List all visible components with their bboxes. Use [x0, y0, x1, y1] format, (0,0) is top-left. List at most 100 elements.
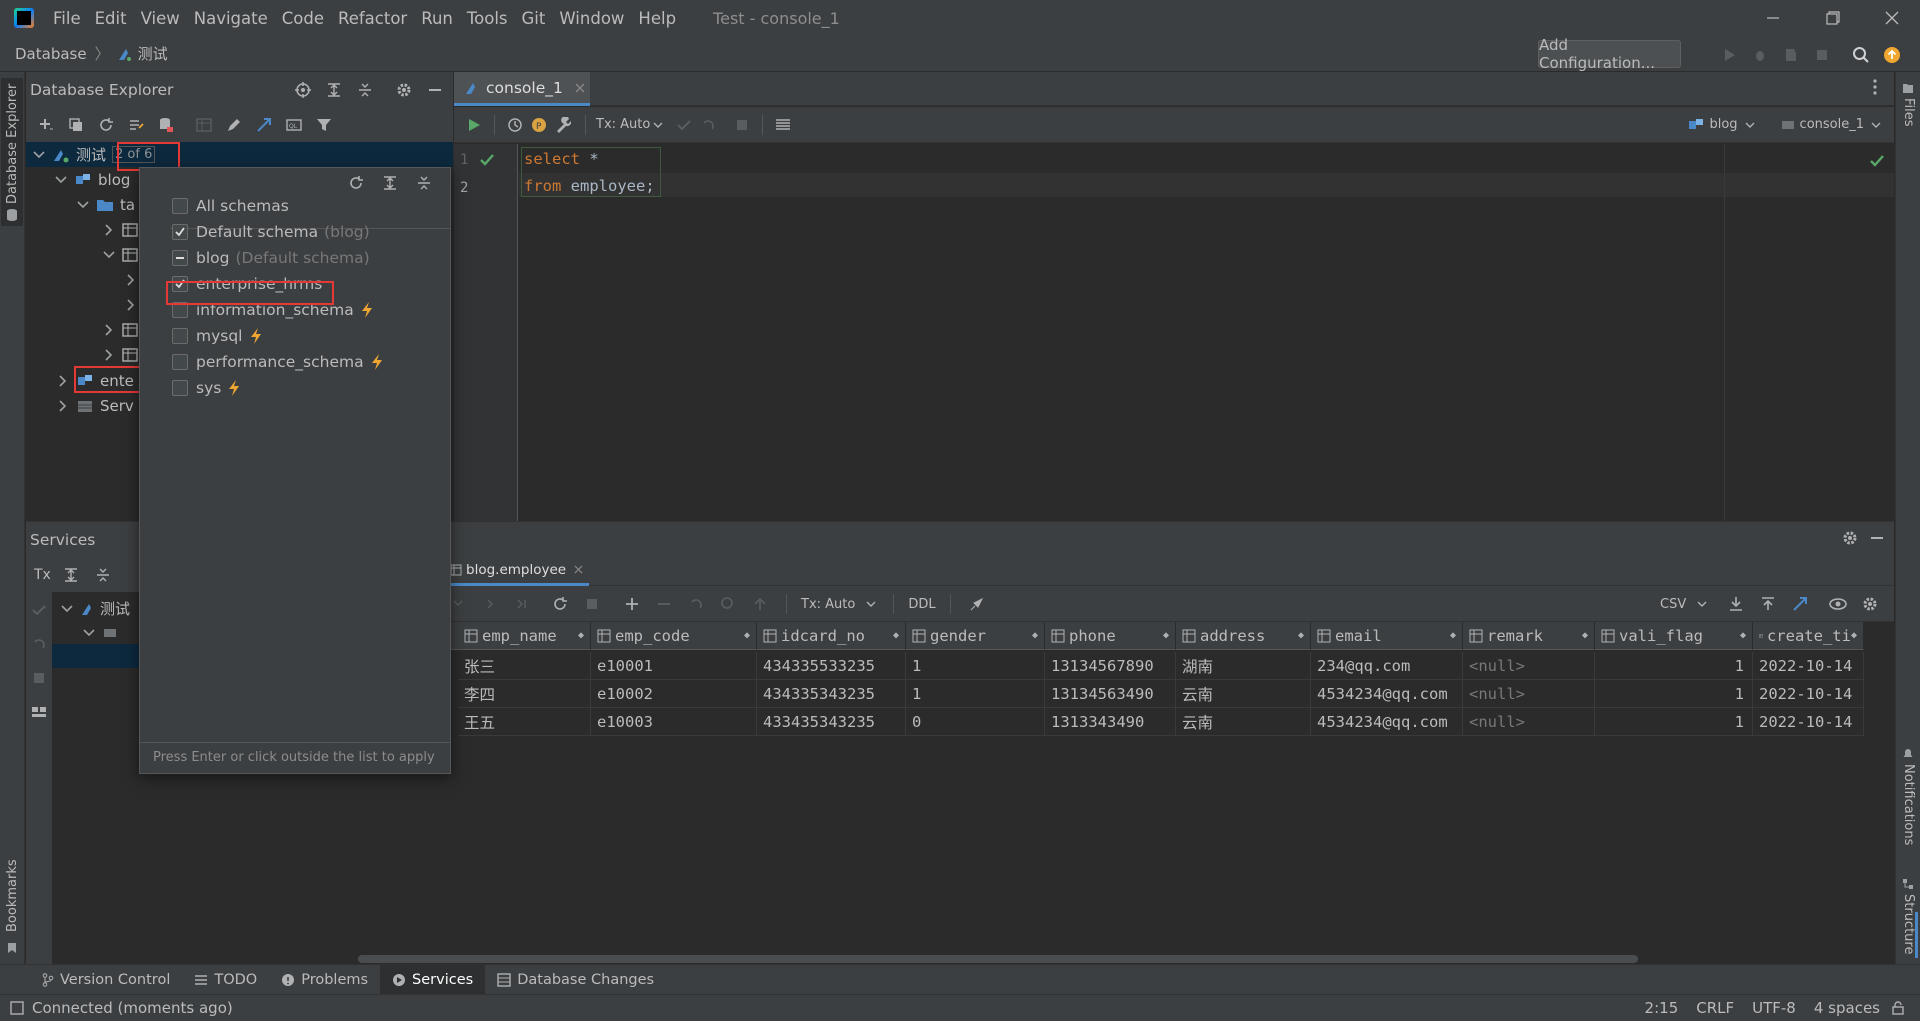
explain-plan-icon[interactable]: P [527, 113, 551, 137]
table-cell[interactable]: 1 [1595, 680, 1753, 708]
checkbox-partial[interactable] [172, 250, 188, 266]
coverage-icon[interactable] [1780, 44, 1802, 66]
table-cell[interactable]: <null> [1463, 680, 1595, 708]
tree-node-table[interactable] [102, 342, 138, 367]
chevron-right-icon[interactable] [56, 399, 70, 413]
table-cell[interactable]: 王五 [458, 708, 591, 736]
sort-icon[interactable]: ◆ [1163, 630, 1169, 641]
tree-node-tables-folder[interactable]: ta [76, 192, 135, 217]
chevron-right-icon[interactable] [56, 374, 70, 388]
schema-option[interactable]: mysql [172, 323, 263, 349]
datasource-properties-icon[interactable] [154, 113, 178, 137]
chevron-down-icon[interactable] [76, 198, 90, 212]
table-cell[interactable]: e10001 [591, 652, 757, 680]
table-cell[interactable]: 1313343490 [1045, 708, 1176, 736]
settings-gear-icon[interactable] [392, 78, 416, 102]
collapse-all-icon[interactable] [353, 78, 377, 102]
tab-blog-employee[interactable]: blog.employee [444, 556, 590, 586]
collapse-all-icon[interactable] [91, 563, 115, 587]
commit-icon[interactable] [27, 598, 51, 622]
table-cell[interactable]: 云南 [1176, 708, 1311, 736]
delete-row-icon[interactable] [652, 592, 676, 616]
revert-icon[interactable] [684, 592, 708, 616]
results-tx-mode[interactable]: Tx: Auto [801, 597, 855, 612]
pin-icon[interactable] [965, 592, 989, 616]
tree-node-table[interactable] [102, 317, 138, 342]
menu-navigate[interactable]: Navigate [187, 9, 275, 28]
chevron-down-icon[interactable] [1868, 113, 1884, 137]
tree-node-table[interactable] [102, 217, 138, 242]
tab-problems[interactable]: Problems [269, 965, 380, 995]
tab-todo[interactable]: TODO [182, 965, 269, 995]
chevron-down-icon[interactable] [32, 148, 46, 162]
code-line-2[interactable]: from employee; [524, 177, 655, 195]
sort-icon[interactable]: ◆ [1740, 630, 1746, 641]
hide-panel-icon[interactable] [423, 78, 447, 102]
collapse-all-icon[interactable] [412, 171, 436, 195]
schema-sync-icon[interactable] [124, 113, 148, 137]
query-console-icon[interactable]: QL [282, 113, 306, 137]
status-message[interactable]: Connected (moments ago) [32, 999, 233, 1017]
column-header[interactable]: remark ◆ [1463, 622, 1595, 650]
debug-icon[interactable] [1749, 44, 1771, 66]
table-cell[interactable]: 张三 [458, 652, 591, 680]
table-cell[interactable]: 13134563490 [1045, 680, 1176, 708]
menu-window[interactable]: Window [552, 9, 631, 28]
output-layout-icon[interactable] [771, 113, 795, 137]
chevron-down-icon[interactable] [650, 113, 666, 137]
table-cell[interactable]: 李四 [458, 680, 591, 708]
table-view-icon[interactable] [192, 113, 216, 137]
table-cell[interactable]: 1 [906, 652, 1045, 680]
table-cell[interactable]: <null> [1463, 708, 1595, 736]
column-header[interactable]: emp_name ◆ [458, 622, 591, 650]
services-node-session[interactable] [82, 620, 118, 645]
table-cell[interactable]: 1 [1595, 652, 1753, 680]
rollback-icon[interactable] [27, 632, 51, 656]
stop-icon[interactable] [580, 592, 604, 616]
chevron-right-icon[interactable] [102, 323, 116, 337]
table-cell[interactable]: 1 [1595, 708, 1753, 736]
stop-icon[interactable] [730, 113, 754, 137]
layout-icon[interactable] [27, 700, 51, 724]
table-cell[interactable]: 434335343235 [757, 680, 906, 708]
locate-icon[interactable] [291, 78, 315, 102]
submit-icon[interactable] [748, 592, 772, 616]
chevron-down-icon[interactable] [82, 626, 96, 640]
expand-all-icon[interactable] [378, 171, 402, 195]
table-cell[interactable]: 2022-10-14 [1753, 652, 1864, 680]
line-separator[interactable]: CRLF [1696, 999, 1734, 1017]
schema-selector[interactable]: blog [1709, 117, 1737, 132]
sort-icon[interactable]: ◆ [893, 630, 899, 641]
schema-option[interactable]: performance_schema [172, 349, 384, 375]
services-node-datasource[interactable]: 测试 [60, 596, 130, 621]
export-icon[interactable] [1724, 592, 1748, 616]
menu-code[interactable]: Code [275, 9, 331, 28]
sort-icon[interactable]: ◆ [1298, 630, 1304, 641]
export-format-selector[interactable]: CSV [1660, 597, 1686, 612]
filter-icon[interactable] [312, 113, 336, 137]
settings-gear-icon[interactable] [1842, 530, 1858, 546]
stop-icon[interactable] [1811, 44, 1833, 66]
column-header[interactable]: gender ◆ [906, 622, 1045, 650]
sort-icon[interactable]: ◆ [1032, 630, 1038, 641]
refresh-icon[interactable] [548, 592, 572, 616]
table-cell[interactable]: e10002 [591, 680, 757, 708]
settings-wrench-icon[interactable] [551, 113, 575, 137]
schema-option[interactable]: All schemas [172, 193, 289, 219]
checkbox-unchecked[interactable] [172, 380, 188, 396]
commit-icon[interactable] [672, 113, 696, 137]
column-header[interactable]: idcard_no ◆ [757, 622, 906, 650]
table-cell[interactable]: 234@qq.com [1311, 652, 1463, 680]
files-strip-label[interactable]: Files [1901, 98, 1916, 127]
rollback-icon[interactable] [696, 113, 720, 137]
file-encoding[interactable]: UTF-8 [1752, 999, 1796, 1017]
close-tab-icon[interactable] [574, 565, 583, 574]
sort-icon[interactable]: ◆ [578, 630, 584, 641]
tx-label[interactable]: Tx [34, 567, 51, 583]
notifications-strip-label[interactable]: Notifications [1901, 764, 1916, 845]
restore-button[interactable] [1805, 0, 1861, 36]
tab-database-changes[interactable]: Database Changes [485, 965, 666, 995]
schema-option[interactable]: blog (Default schema) [172, 245, 370, 271]
structure-strip-label[interactable]: Structure [1901, 894, 1916, 954]
ddl-button[interactable]: DDL [908, 597, 935, 612]
